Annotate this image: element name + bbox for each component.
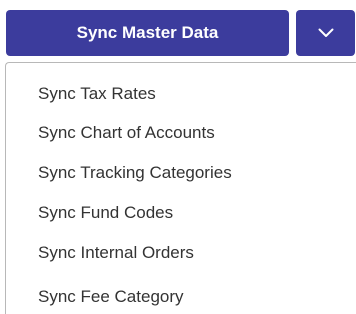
menu-item-sync-tax-rates[interactable]: Sync Tax Rates (38, 79, 156, 109)
menu-item-sync-internal-orders[interactable]: Sync Internal Orders (38, 238, 194, 268)
sync-master-data-button[interactable]: Sync Master Data (6, 10, 289, 56)
chevron-down-icon (318, 28, 334, 38)
menu-item-sync-tracking-categories[interactable]: Sync Tracking Categories (38, 158, 232, 188)
dropdown-toggle-button[interactable] (296, 10, 355, 56)
sync-dropdown-menu: Sync Tax Rates Sync Chart of Accounts Sy… (5, 62, 356, 314)
menu-item-sync-fee-category[interactable]: Sync Fee Category (38, 282, 184, 312)
menu-item-sync-fund-codes[interactable]: Sync Fund Codes (38, 198, 173, 228)
menu-item-sync-chart-of-accounts[interactable]: Sync Chart of Accounts (38, 118, 215, 148)
